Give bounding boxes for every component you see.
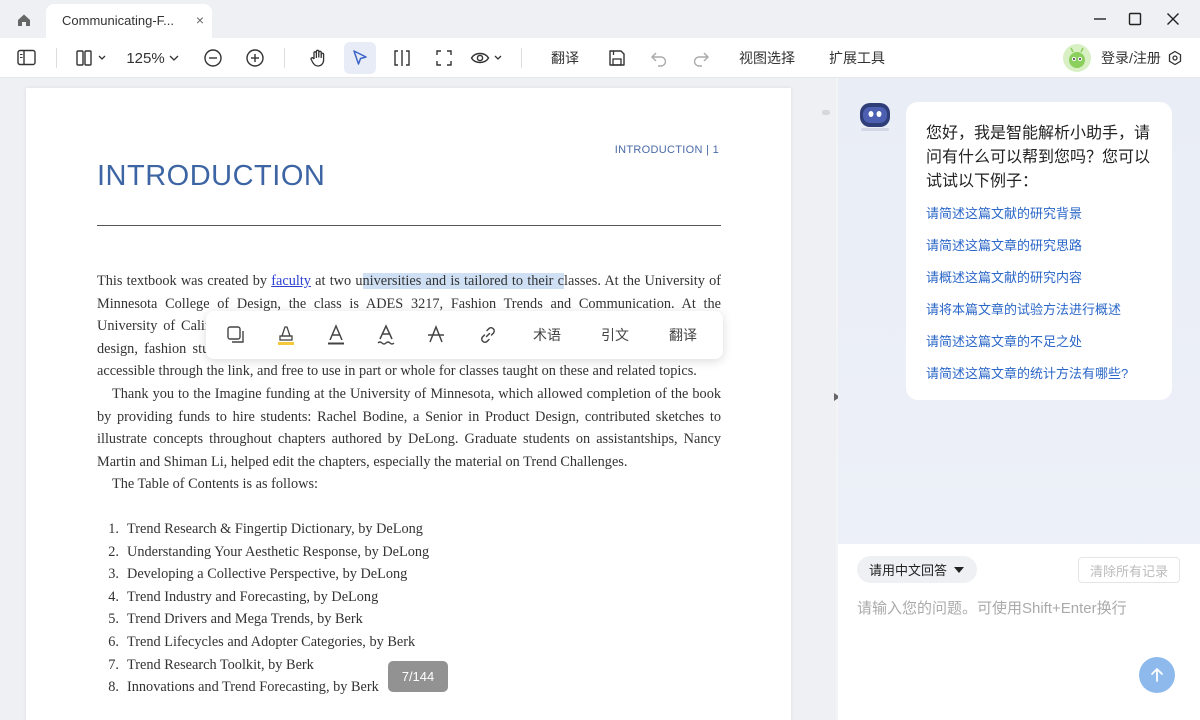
suggestion-link[interactable]: 请简述这篇文章的统计方法有哪些?	[926, 364, 1154, 383]
tab-close-icon[interactable]: ×	[196, 12, 204, 28]
underline-icon[interactable]	[374, 323, 398, 347]
toc-number: 5.	[108, 611, 119, 628]
extensions-button[interactable]: 扩展工具	[824, 42, 890, 74]
toc-number: 3.	[108, 566, 119, 583]
link-icon[interactable]	[476, 323, 500, 347]
zoom-level: 125%	[126, 49, 165, 67]
user-avatar-icon	[1063, 44, 1091, 72]
toc-text: Trend Drivers and Mega Trends, by Berk	[127, 611, 363, 628]
hand-tool-icon[interactable]	[303, 42, 333, 74]
document-page[interactable]: INTRODUCTION | 1 INTRODUCTION This textb…	[26, 88, 791, 720]
toc-item: 1. Trend Research & Fingertip Dictionary,…	[97, 518, 721, 541]
close-window-icon[interactable]	[1161, 8, 1185, 30]
zoom-in-icon[interactable]	[242, 42, 268, 74]
toc-text: Developing a Collective Perspective, by …	[127, 566, 408, 583]
suggestion-link[interactable]: 请简述这篇文章的不足之处	[926, 332, 1154, 351]
split-view-icon[interactable]	[389, 42, 415, 74]
login-button[interactable]: 登录/注册	[1062, 42, 1183, 74]
page-title: INTRODUCTION	[97, 160, 326, 192]
view-select-button[interactable]: 视图选择	[734, 42, 800, 74]
greeting-text: 您好，我是智能解析小助手，请问有什么可以帮到您吗？您可以试试以下例子：	[926, 125, 1151, 190]
highlight-icon[interactable]	[274, 323, 298, 347]
select-tool-icon[interactable]	[344, 42, 376, 74]
selected-text[interactable]: niversities and is tailored to their c	[362, 273, 564, 289]
title-bar: Communicating-F... ×	[0, 0, 1200, 38]
toc-text: Trend Industry and Forecasting, by DeLon…	[127, 588, 379, 605]
toc-number: 6.	[108, 633, 119, 650]
toc-item: 5. Trend Drivers and Mega Trends, by Berk	[97, 608, 721, 631]
strikethrough-icon[interactable]	[424, 323, 448, 347]
zoom-out-icon[interactable]	[200, 42, 226, 74]
toc-item: 4. Trend Industry and Forecasting, by DeL…	[97, 586, 721, 609]
assistant-bot-icon	[860, 103, 890, 131]
suggestion-link[interactable]: 请将本篇文章的试验方法进行概述	[926, 300, 1154, 319]
language-dropdown[interactable]: 请用中文回答	[857, 556, 977, 583]
toc-item: 2. Understanding Your Aesthetic Response,…	[97, 541, 721, 564]
toolbar-divider	[56, 48, 57, 68]
toc-text: Trend Research & Fingertip Dictionary, b…	[127, 520, 423, 537]
page-layout-dropdown[interactable]	[72, 42, 110, 74]
home-icon[interactable]	[10, 10, 38, 30]
citation-button[interactable]: 引文	[592, 323, 638, 347]
toc-text: Innovations and Trend Forecasting, by Be…	[127, 679, 379, 696]
selection-toolbar: 术语 引文 翻译	[206, 311, 723, 359]
main-toolbar: 125% 翻译 视图选择 扩展工具 登录/注册	[0, 38, 1200, 78]
settings-icon[interactable]	[1167, 50, 1183, 66]
toc-text: Trend Research Toolkit, by Berk	[127, 656, 314, 673]
toc-text: Understanding Your Aesthetic Response, b…	[127, 543, 430, 560]
toc-number: 4.	[108, 588, 119, 605]
paragraph-3: The Table of Contents is as follows:	[112, 476, 319, 493]
language-label: 请用中文回答	[869, 563, 948, 578]
maximize-icon[interactable]	[1123, 8, 1147, 30]
term-button[interactable]: 术语	[524, 323, 570, 347]
page-indicator: 7/144	[388, 661, 448, 692]
toc-number: 1.	[108, 520, 119, 537]
login-label: 登录/注册	[1101, 50, 1161, 66]
minimize-icon[interactable]	[1088, 8, 1112, 30]
ai-assistant-panel: 您好，我是智能解析小助手，请问有什么可以帮到您吗？您可以试试以下例子： 请简述这…	[838, 78, 1200, 720]
caret-down-icon	[954, 566, 965, 573]
text-span: This textbook was created by	[97, 273, 272, 289]
save-icon[interactable]	[604, 42, 630, 74]
document-viewer[interactable]: INTRODUCTION | 1 INTRODUCTION This textb…	[0, 78, 836, 720]
toc-item: 3. Developing a Collective Perspective, b…	[97, 563, 721, 586]
translate-selection-button[interactable]: 翻译	[660, 323, 706, 347]
view-mode-dropdown[interactable]	[468, 42, 506, 74]
scroll-indicator[interactable]	[822, 110, 830, 115]
undo-icon[interactable]	[646, 42, 672, 74]
clear-history-button[interactable]: 清除所有记录	[1078, 557, 1180, 583]
suggestion-link[interactable]: 请简述这篇文献的研究背景	[926, 204, 1154, 223]
text-color-icon[interactable]	[324, 323, 348, 347]
translate-button[interactable]: 翻译	[546, 42, 584, 74]
toc-number: 8.	[108, 679, 119, 696]
document-tab[interactable]: Communicating-F... ×	[46, 4, 212, 38]
chat-input-area: 请用中文回答 清除所有记录	[838, 544, 1200, 720]
text-span: at two u	[310, 273, 363, 289]
question-input[interactable]	[857, 596, 1177, 620]
zoom-dropdown[interactable]: 125%	[124, 42, 182, 74]
redo-icon[interactable]	[688, 42, 714, 74]
title-divider	[97, 225, 721, 226]
toc-number: 7.	[108, 656, 119, 673]
suggestion-link[interactable]: 请概述这篇文献的研究内容	[926, 268, 1154, 287]
copy-icon[interactable]	[224, 323, 248, 347]
toolbar-divider	[284, 48, 285, 68]
assistant-message: 您好，我是智能解析小助手，请问有什么可以帮到您吗？您可以试试以下例子： 请简述这…	[906, 102, 1172, 400]
send-button[interactable]	[1139, 657, 1175, 693]
arrow-up-icon	[1151, 668, 1163, 682]
sidebar-toggle-icon[interactable]	[14, 42, 40, 74]
toc-item: 6. Trend Lifecycles and Adopter Categorie…	[97, 631, 721, 654]
paragraph-2: Thank you to the Imagine funding at the …	[97, 385, 721, 470]
toc-text: Trend Lifecycles and Adopter Categories,…	[127, 633, 416, 650]
toc-number: 2.	[108, 543, 119, 560]
tab-title: Communicating-F...	[62, 13, 174, 28]
suggestion-list: 请简述这篇文献的研究背景 请简述这篇文章的研究思路 请概述这篇文献的研究内容 请将本篇…	[926, 204, 1154, 383]
faculty-link[interactable]: faculty	[271, 273, 311, 289]
toolbar-divider	[521, 48, 522, 68]
fullscreen-icon[interactable]	[431, 42, 457, 74]
suggestion-link[interactable]: 请简述这篇文章的研究思路	[926, 236, 1154, 255]
page-running-header: INTRODUCTION | 1	[614, 144, 719, 156]
